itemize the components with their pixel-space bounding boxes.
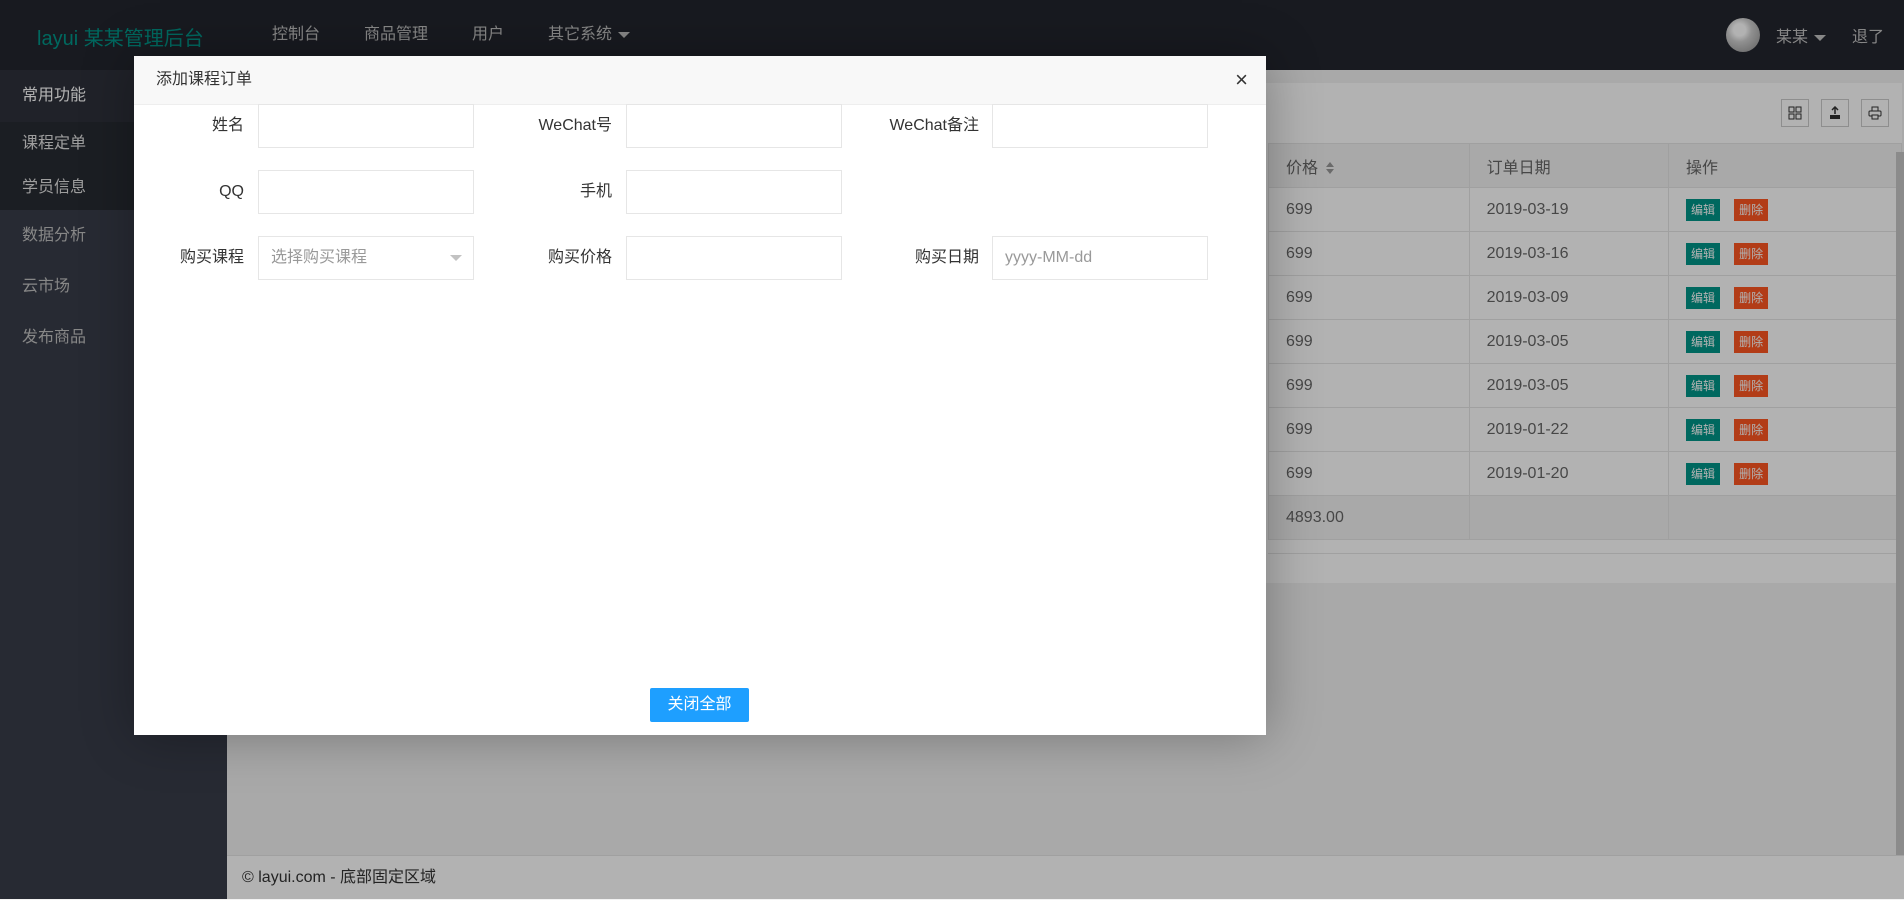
wechat-note-field[interactable] — [992, 104, 1208, 148]
name-label: 姓名 — [211, 117, 244, 134]
add-course-order-dialog: 添加课程订单 × 姓名 WeChat号 WeChat备注 QQ 手机 购买课程 … — [134, 56, 1266, 735]
wechat-field[interactable] — [626, 104, 842, 148]
date-field[interactable] — [992, 236, 1208, 280]
wechat-note-label: WeChat备注 — [889, 117, 979, 134]
dialog-header: 添加课程订单 × — [134, 56, 1266, 105]
price-field[interactable] — [626, 236, 842, 280]
close-all-button[interactable]: 关闭全部 — [650, 688, 749, 722]
name-field[interactable] — [258, 104, 474, 148]
phone-label: 手机 — [579, 183, 612, 200]
qq-field[interactable] — [258, 170, 474, 214]
chevron-down-icon — [450, 255, 462, 261]
phone-field[interactable] — [626, 170, 842, 214]
form-row: 购买课程 选择购买课程 购买价格 购买日期 — [134, 236, 1266, 280]
qq-label: QQ — [219, 183, 244, 200]
course-select[interactable]: 选择购买课程 — [258, 236, 474, 280]
form-row: 姓名 WeChat号 WeChat备注 — [134, 104, 1266, 148]
form-row: QQ 手机 — [134, 170, 1266, 214]
course-label: 购买课程 — [179, 249, 244, 266]
price-label: 购买价格 — [547, 249, 612, 266]
date-label: 购买日期 — [914, 249, 979, 266]
dialog-title: 添加课程订单 — [156, 71, 253, 88]
close-icon[interactable]: × — [1235, 56, 1248, 104]
wechat-label: WeChat号 — [538, 117, 612, 134]
course-select-placeholder: 选择购买课程 — [271, 249, 368, 266]
